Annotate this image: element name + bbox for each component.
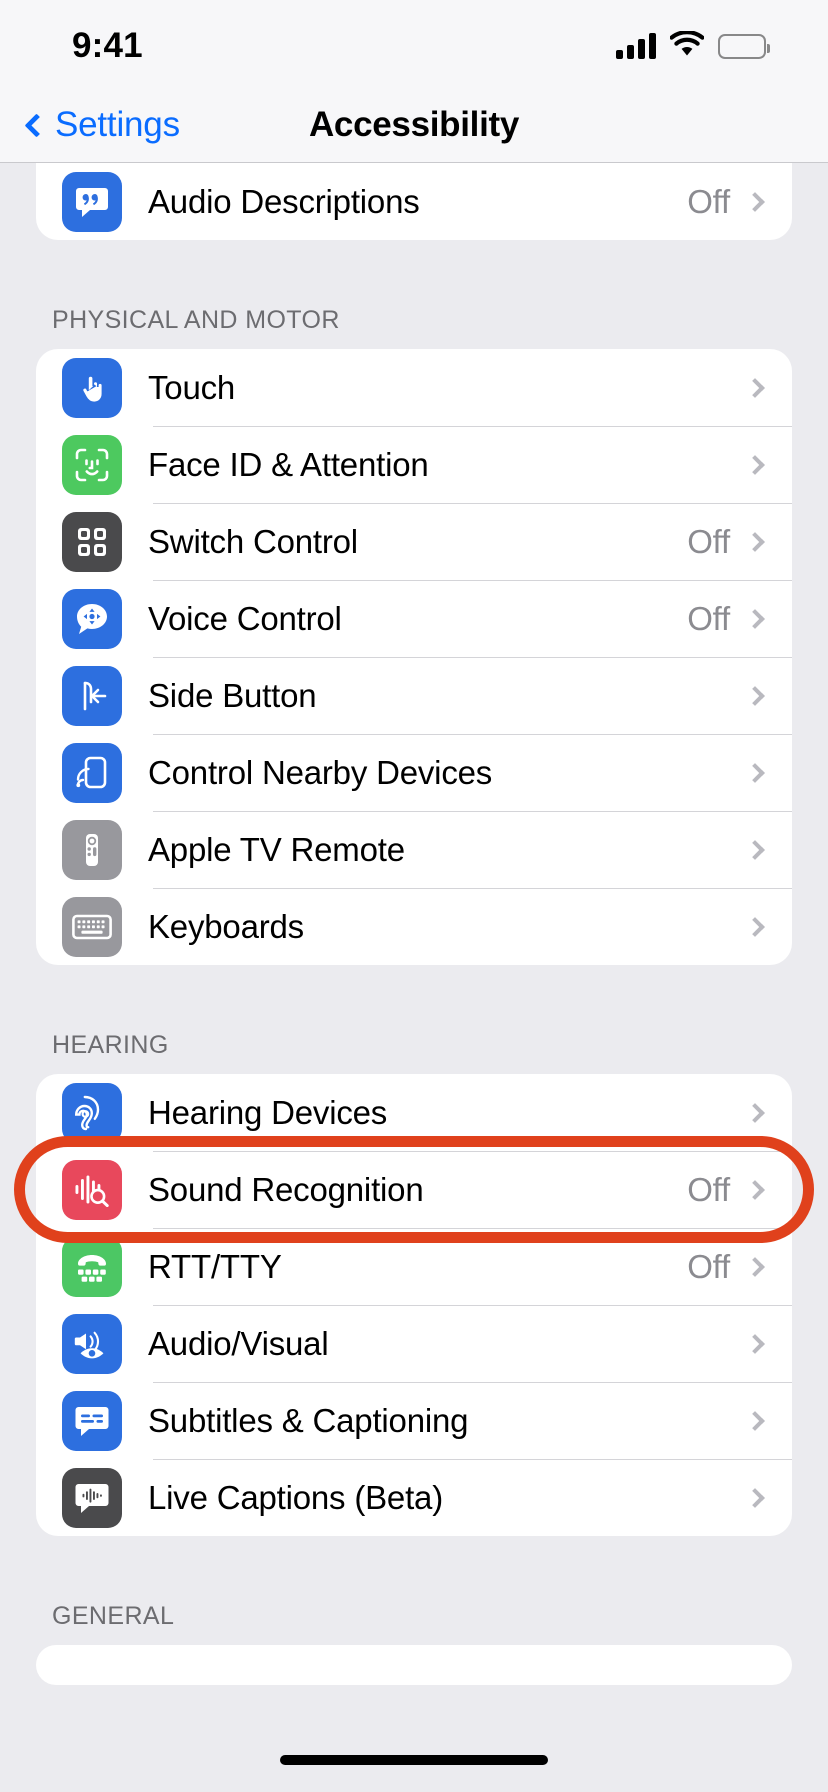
chevron-right-icon: [745, 762, 765, 783]
row-divider: [153, 1151, 792, 1152]
row-divider: [153, 1382, 792, 1383]
sound-recognition-icon: [62, 1159, 122, 1220]
settings-row-sound-recognition[interactable]: Sound Recognition Off: [36, 1151, 792, 1228]
settings-row-label: RTT/TTY: [148, 1247, 282, 1285]
row-divider: [153, 734, 792, 735]
settings-row-rtt-tty[interactable]: RTT/TTY Off: [36, 1228, 792, 1305]
settings-row-side-button[interactable]: Side Button: [36, 657, 792, 734]
settings-row-subtitles-captioning[interactable]: Subtitles & Captioning: [36, 1382, 792, 1459]
settings-group-hearing: Hearing Devices Sound Recognition Off RT…: [36, 1074, 792, 1536]
switch-control-icon: [62, 511, 122, 572]
settings-row-label: Face ID & Attention: [148, 445, 429, 483]
voice-control-icon: [62, 588, 122, 649]
chevron-right-icon: [745, 1487, 765, 1508]
settings-row-label: Side Button: [148, 676, 317, 714]
settings-row-label: Control Nearby Devices: [148, 753, 493, 791]
settings-row-audio-descriptions[interactable]: Audio Descriptions Off: [36, 163, 792, 240]
settings-row-label: Audio Descriptions: [148, 182, 420, 220]
settings-row-label: Touch: [148, 368, 236, 406]
settings-row-label: Switch Control: [148, 522, 358, 560]
row-divider: [153, 657, 792, 658]
keyboard-icon: [62, 896, 122, 957]
wifi-icon: [669, 29, 705, 62]
row-divider: [153, 1305, 792, 1306]
chevron-right-icon: [745, 839, 765, 860]
settings-row-keyboards[interactable]: Keyboards: [36, 888, 792, 965]
apple-tv-remote-icon: [62, 819, 122, 880]
settings-row-voice-control[interactable]: Voice Control Off: [36, 580, 792, 657]
status-bar-time: 9:41: [72, 26, 143, 65]
chevron-right-icon: [745, 1256, 765, 1277]
status-bar: 9:41: [0, 0, 828, 88]
face-id-icon: [62, 434, 122, 495]
settings-row-live-captions[interactable]: Live Captions (Beta): [36, 1459, 792, 1536]
settings-row-value: Off: [687, 1170, 730, 1208]
settings-row-label: Sound Recognition: [148, 1170, 424, 1208]
settings-row-control-nearby-devices[interactable]: Control Nearby Devices: [36, 734, 792, 811]
section-header-hearing: HEARING: [52, 1031, 169, 1059]
chevron-right-icon: [745, 1102, 765, 1123]
settings-group-physical-and-motor: Touch Face ID & Attention Switch Control…: [36, 349, 792, 965]
settings-row-switch-control[interactable]: Switch Control Off: [36, 503, 792, 580]
touch-hand-icon: [62, 357, 122, 418]
battery-full-icon: [718, 33, 770, 59]
chevron-right-icon: [745, 377, 765, 398]
live-captions-icon: [62, 1467, 122, 1528]
chevron-right-icon: [745, 1179, 765, 1200]
settings-row-value: Off: [687, 599, 730, 637]
settings-row-label: Hearing Devices: [148, 1093, 388, 1131]
chevron-right-icon: [745, 608, 765, 629]
chevron-right-icon: [745, 1410, 765, 1431]
side-button-icon: [62, 665, 122, 726]
settings-row-label: Apple TV Remote: [148, 830, 405, 868]
settings-row-label: Keyboards: [148, 907, 304, 945]
settings-row-label: Audio/Visual: [148, 1324, 329, 1362]
control-nearby-devices-icon: [62, 742, 122, 803]
row-divider: [153, 1228, 792, 1229]
subtitles-captioning-icon: [62, 1390, 122, 1451]
section-header-general: GENERAL: [52, 1602, 175, 1630]
settings-row-value: Off: [687, 522, 730, 560]
navigation-bar: Settings Accessibility: [0, 88, 828, 163]
chevron-right-icon: [745, 685, 765, 706]
rtt-tty-icon: [62, 1236, 122, 1297]
settings-row-audio-visual[interactable]: Audio/Visual: [36, 1305, 792, 1382]
row-divider: [153, 888, 792, 889]
settings-row-touch[interactable]: Touch: [36, 349, 792, 426]
row-divider: [153, 811, 792, 812]
chevron-right-icon: [745, 454, 765, 475]
chevron-right-icon: [745, 1333, 765, 1354]
section-header-physical-and-motor: PHYSICAL AND MOTOR: [52, 306, 340, 334]
row-divider: [153, 1459, 792, 1460]
row-divider: [153, 426, 792, 427]
settings-row-label: Voice Control: [148, 599, 342, 637]
settings-row-value: Off: [687, 1247, 730, 1285]
settings-group-partial: Audio Descriptions Off: [36, 163, 792, 240]
settings-row-label: Subtitles & Captioning: [148, 1401, 469, 1439]
chevron-right-icon: [745, 531, 765, 552]
settings-row-value: Off: [687, 182, 730, 220]
row-divider: [153, 580, 792, 581]
settings-row-label: Live Captions (Beta): [148, 1478, 443, 1516]
settings-scroll-area[interactable]: Audio Descriptions Off PHYSICAL AND MOTO…: [0, 163, 828, 1792]
audio-visual-icon: [62, 1313, 122, 1374]
settings-row-face-id-attention[interactable]: Face ID & Attention: [36, 426, 792, 503]
settings-row-hearing-devices[interactable]: Hearing Devices: [36, 1074, 792, 1151]
cellular-bars-icon: [616, 33, 656, 59]
page-title: Accessibility: [308, 105, 520, 144]
settings-row-apple-tv-remote[interactable]: Apple TV Remote: [36, 811, 792, 888]
hearing-devices-ear-icon: [62, 1082, 122, 1143]
home-indicator[interactable]: [280, 1755, 548, 1765]
iphone-screen: 9:41 Settings Accessibility Audio Descri…: [0, 0, 828, 1792]
chevron-right-icon: [745, 916, 765, 937]
audio-descriptions-icon: [62, 171, 122, 232]
status-bar-indicators: [616, 29, 770, 62]
chevron-right-icon: [745, 191, 765, 212]
row-divider: [153, 503, 792, 504]
settings-group-general: [36, 1645, 792, 1685]
